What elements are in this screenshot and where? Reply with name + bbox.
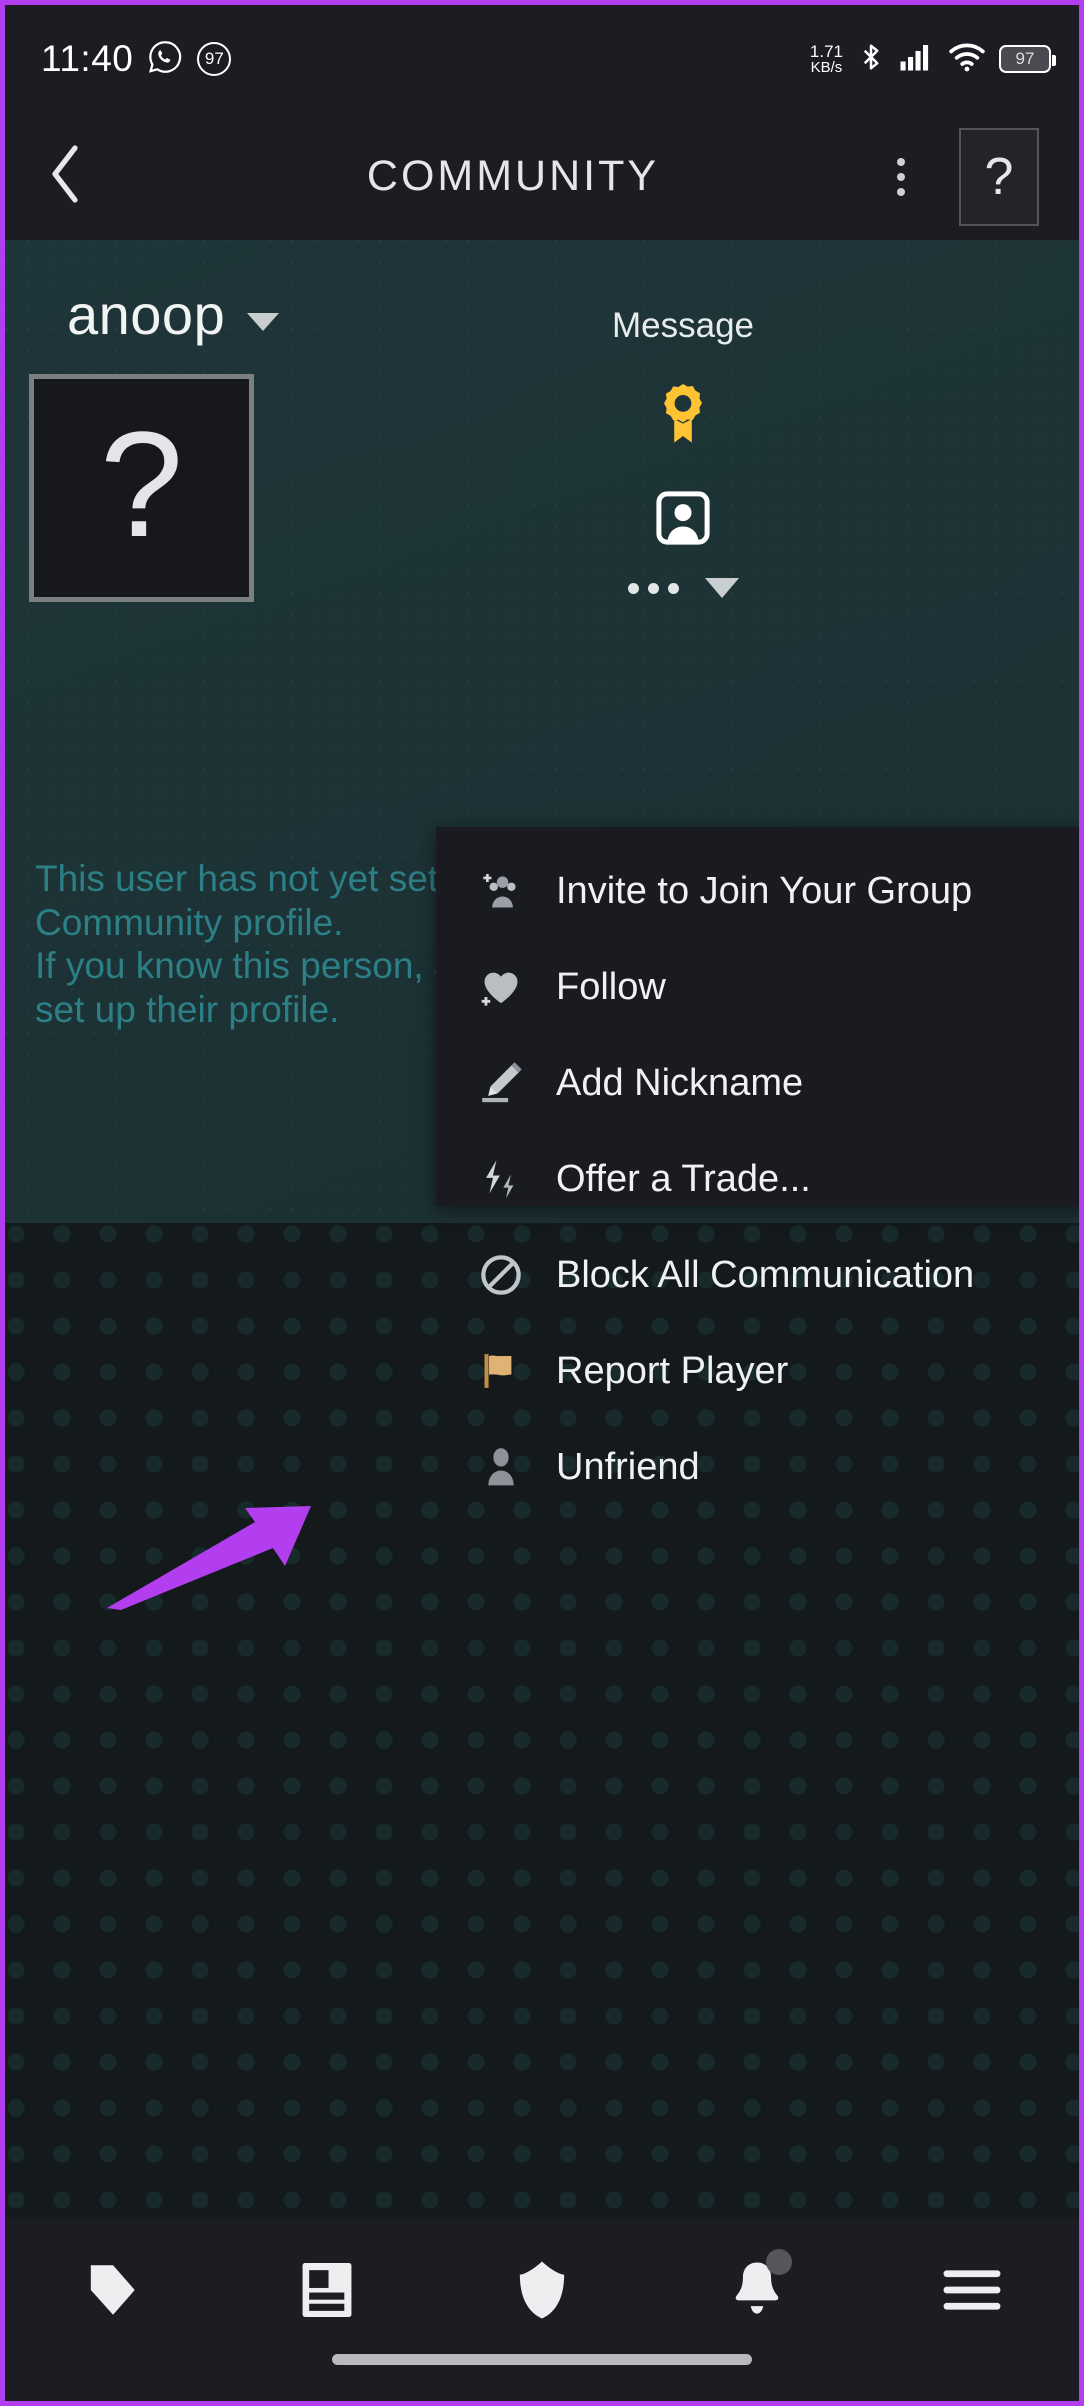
profile-actions: Message [583,288,783,598]
friend-avatar-icon[interactable] [656,491,710,550]
menu-item-label: Invite to Join Your Group [556,869,973,912]
menu-item-offer-trade[interactable]: Offer a Trade... [436,1131,1079,1227]
back-button[interactable] [5,142,125,211]
phone-screen: 11:40 97 1.71 KB/s 97 COMMUNITY ? anoop … [5,5,1079,2401]
shield-icon [513,2258,571,2327]
flag-icon [478,1348,524,1394]
status-bar: 11:40 97 1.71 KB/s 97 [5,5,1079,113]
menu-item-invite-to-group[interactable]: Invite to Join Your Group [436,843,1079,939]
status-bar-left: 11:40 97 [41,38,232,80]
profile-context-menu: Invite to Join Your Group Follow Add Nic… [436,827,1079,1488]
empty-profile-line: If you know this person, ask them to [35,945,505,987]
menu-item-label: Report Player [556,1349,789,1392]
status-time: 11:40 [41,38,134,79]
dot [647,582,659,594]
bottom-nav-item-store[interactable] [37,2247,187,2337]
kebab-menu-icon [897,187,905,196]
question-mark-icon: ? [984,147,1014,206]
empty-profile-line: set up their profile. [35,988,340,1030]
block-icon [478,1252,524,1298]
more-dots-icon [627,582,679,594]
more-options-button[interactable] [627,578,739,598]
trade-arrows-icon [478,1156,524,1202]
empty-profile-line: Community profile. [35,901,344,943]
bottom-nav-item-notifications[interactable] [682,2247,832,2337]
bottom-nav-item-guard[interactable] [467,2247,617,2337]
bluetooth-icon [856,39,886,80]
phone-frame: 11:40 97 1.71 KB/s 97 COMMUNITY ? anoop … [0,0,1084,2406]
username-dropdown[interactable]: anoop [67,282,280,347]
wifi-icon [948,41,986,78]
whatsapp-icon [147,39,183,80]
heart-plus-icon [478,964,524,1010]
menu-item-label: Unfriend [556,1445,700,1488]
menu-item-add-nickname[interactable]: Add Nickname [436,1035,1079,1131]
overflow-menu-button[interactable] [861,157,941,196]
help-button[interactable]: ? [959,127,1039,226]
empty-profile-message: This user has not yet set up a Community… [35,857,505,1032]
empty-profile-line: This user has not yet set up a [35,858,505,899]
net-speed-value: 1.71 [809,42,843,61]
library-icon [299,2259,355,2326]
app-nav-bar: COMMUNITY ? [5,113,1079,240]
pencil-icon [478,1060,524,1106]
back-chevron-icon [45,142,85,211]
kebab-menu-icon [897,172,905,181]
dot [627,582,639,594]
cellular-signal-icon [899,42,935,77]
menu-item-report-player[interactable]: Report Player [436,1323,1079,1419]
username-label: anoop [67,283,226,346]
notification-badge-dot [765,2249,792,2275]
chevron-down-icon [704,578,739,598]
menu-item-label: Add Nickname [556,1061,804,1104]
message-button[interactable]: Message [612,306,754,346]
home-indicator[interactable] [332,2354,752,2365]
avatar-placeholder-question-icon: ? [99,400,184,568]
battery-indicator: 97 [999,45,1056,73]
kebab-menu-icon [897,157,905,166]
notification-count-badge: 97 [197,42,232,76]
person-icon [478,1444,524,1490]
menu-item-follow[interactable]: Follow [436,939,1079,1035]
page-title: COMMUNITY [366,152,660,200]
bottom-nav-bar [5,2217,1079,2401]
menu-item-label: Offer a Trade... [556,1157,811,1200]
status-bar-right: 1.71 KB/s 97 [810,39,1056,80]
hamburger-icon [941,2264,1003,2321]
annotation-arrow [107,1506,311,1610]
award-ribbon-icon[interactable] [655,380,711,461]
menu-item-label: Block All Communication [556,1253,975,1296]
bottom-nav-item-menu[interactable] [897,2247,1047,2337]
menu-item-block-all-communication[interactable]: Block All Communication [436,1227,1079,1323]
avatar[interactable]: ? [29,374,254,602]
tag-icon [81,2259,143,2326]
dot [667,582,679,594]
menu-item-unfriend[interactable]: Unfriend [436,1419,1079,1515]
bottom-nav-item-library[interactable] [252,2247,402,2337]
add-group-icon [478,868,524,914]
network-speed-indicator: 1.71 KB/s [810,43,843,75]
menu-item-label: Follow [556,965,666,1008]
chevron-down-icon [247,312,280,331]
net-speed-unit: KB/s [810,59,843,76]
